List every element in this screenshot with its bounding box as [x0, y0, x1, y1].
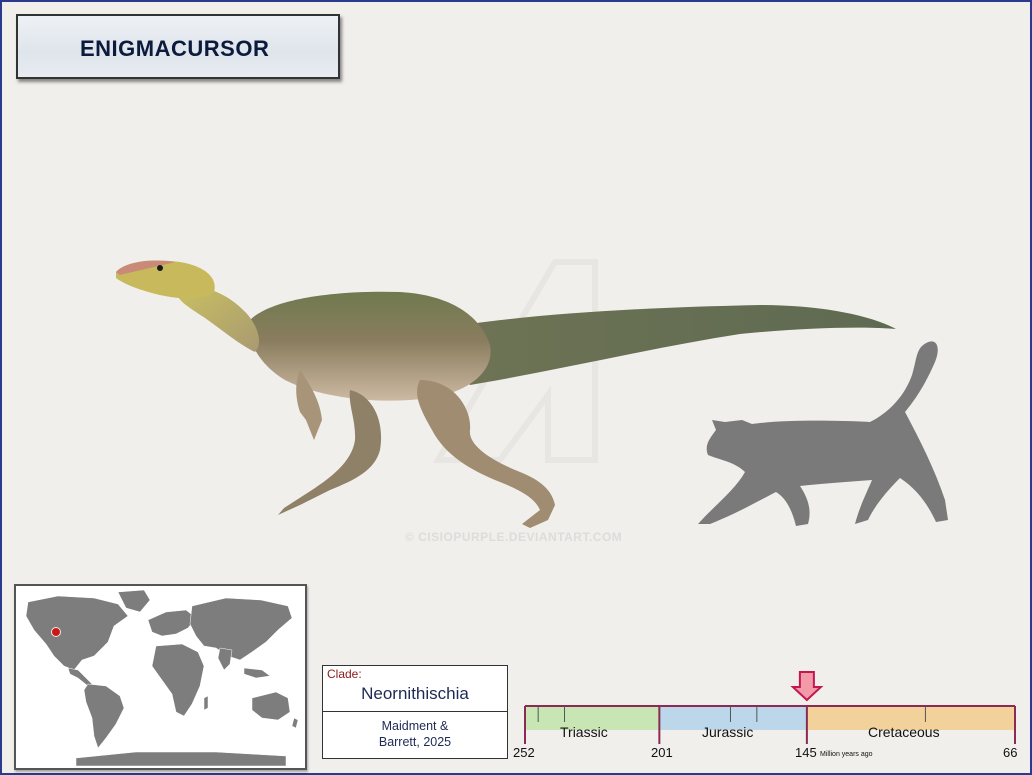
clade-name: Neornithischia [361, 684, 469, 703]
author-line-2: Barrett, 2025 [378, 735, 452, 749]
world-map [14, 584, 307, 770]
world-map-graphic [25, 589, 299, 767]
author-citation: Maidment & Barrett, 2025 [323, 718, 507, 750]
watermark-text: © CISIOPURPLE.DEVIANTART.COM [405, 530, 623, 544]
cat-silhouette [698, 341, 948, 526]
fossil-locality-marker [51, 627, 61, 637]
clade-label: Clade: [327, 667, 362, 681]
clade-divider [323, 711, 507, 712]
clade-box: Clade: Neornithischia Maidment & Barrett… [322, 665, 508, 759]
author-line-1: Maidment & [381, 719, 449, 733]
